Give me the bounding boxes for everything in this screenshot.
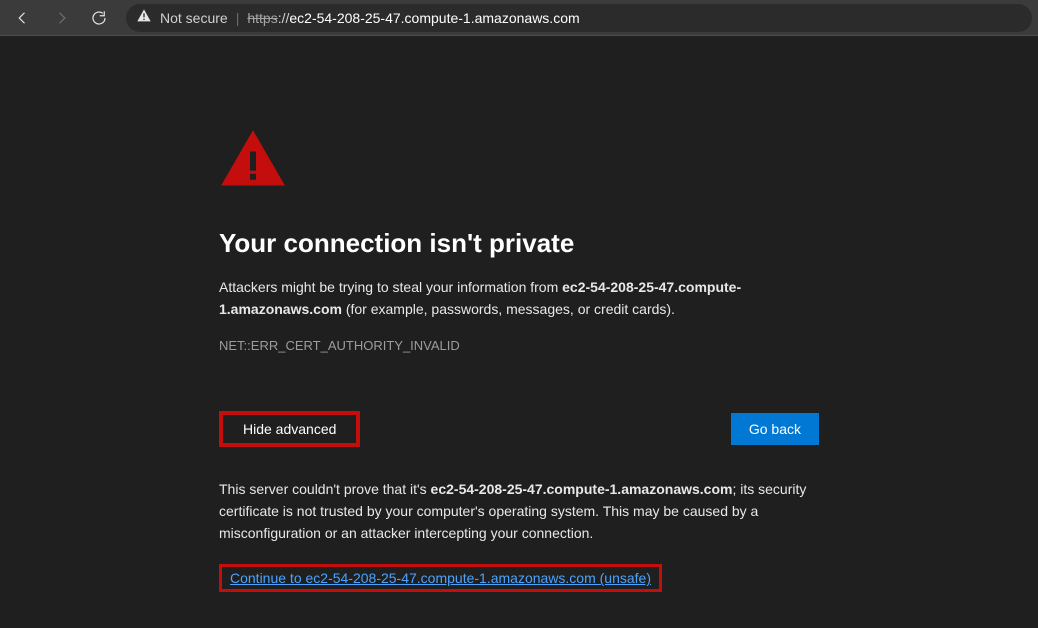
url-sep: :// [278, 10, 290, 26]
warning-triangle-icon [219, 126, 819, 194]
warn-suffix: (for example, passwords, messages, or cr… [342, 301, 675, 317]
ssl-error-page: Your connection isn't private Attackers … [0, 36, 1038, 592]
browser-toolbar: Not secure | https://ec2-54-208-25-47.co… [0, 0, 1038, 36]
button-row: Hide advanced Go back [219, 411, 819, 447]
adv-host: ec2-54-208-25-47.compute-1.amazonaws.com [431, 481, 733, 497]
not-secure-icon [136, 8, 152, 27]
url-display: https://ec2-54-208-25-47.compute-1.amazo… [247, 10, 579, 26]
reload-button[interactable] [82, 3, 116, 33]
back-button[interactable] [6, 3, 40, 33]
hide-advanced-button[interactable]: Hide advanced [219, 411, 360, 447]
page-title: Your connection isn't private [219, 228, 819, 259]
not-secure-label: Not secure [160, 10, 228, 26]
url-scheme: https [247, 10, 277, 26]
interstitial-container: Your connection isn't private Attackers … [219, 126, 819, 592]
warning-paragraph: Attackers might be trying to steal your … [219, 277, 819, 320]
address-bar[interactable]: Not secure | https://ec2-54-208-25-47.co… [126, 4, 1032, 32]
adv-prefix: This server couldn't prove that it's [219, 481, 431, 497]
error-code: NET::ERR_CERT_AUTHORITY_INVALID [219, 338, 819, 353]
warn-prefix: Attackers might be trying to steal your … [219, 279, 562, 295]
advanced-paragraph: This server couldn't prove that it's ec2… [219, 479, 819, 544]
proceed-unsafe-link[interactable]: Continue to ec2-54-208-25-47.compute-1.a… [219, 564, 662, 592]
separator: | [236, 10, 240, 26]
go-back-button[interactable]: Go back [731, 413, 819, 445]
proceed-row: Continue to ec2-54-208-25-47.compute-1.a… [219, 564, 819, 592]
forward-button[interactable] [44, 3, 78, 33]
url-host: ec2-54-208-25-47.compute-1.amazonaws.com [289, 10, 579, 26]
